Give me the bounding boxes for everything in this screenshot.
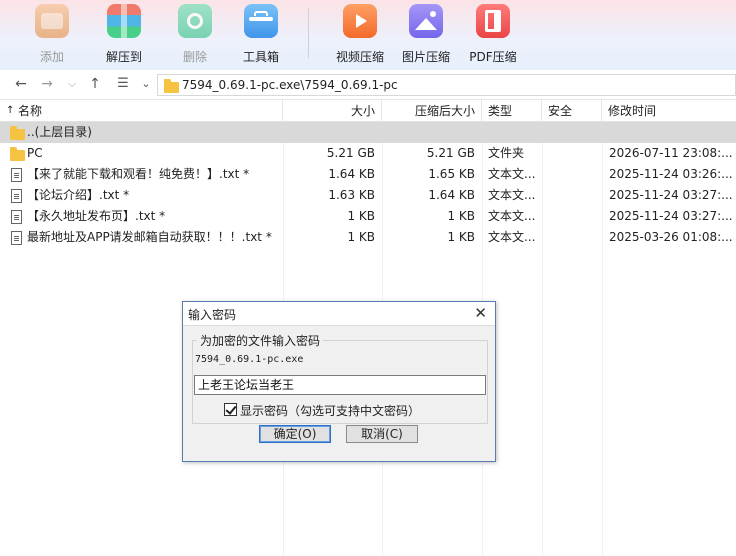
pdf-compress-button-label: PDF压缩 [469, 50, 517, 64]
file-packed-size: 1.64 KB [428, 188, 475, 202]
forward-arrow-icon[interactable]: → [38, 76, 56, 92]
table-row[interactable]: 最新地址及APP请发邮箱自动获取！！！.txt * 1 KB 1 KB 文本文.… [0, 227, 736, 248]
image-compress-icon [409, 4, 443, 38]
folder-icon [10, 147, 25, 161]
dialog-title: 输入密码 [188, 308, 237, 322]
table-row[interactable]: PC 5.21 GB 5.21 GB 文件夹 2026-07-11 23:08:… [0, 143, 736, 164]
address-path-box[interactable]: 7594_0.69.1-pc.exe\7594_0.69.1-pc [157, 74, 736, 96]
video-compress-button[interactable]: 视频压缩 [330, 0, 390, 70]
column-header-type[interactable]: 类型 [482, 100, 542, 122]
file-packed-size: 1 KB [447, 230, 475, 244]
file-type: 文本文... [488, 230, 536, 244]
column-header-security[interactable]: 安全 [542, 100, 602, 122]
toolbox-button-label: 工具箱 [242, 50, 279, 64]
toolbox-button[interactable]: 工具箱 [231, 0, 291, 70]
image-compress-button[interactable]: 图片压缩 [396, 0, 456, 70]
file-type: 文本文... [488, 188, 536, 202]
text-file-icon [11, 210, 22, 224]
parent-directory-label: ..(上层目录) [27, 125, 92, 139]
parent-directory-row[interactable]: ..(上层目录) [0, 122, 736, 143]
file-modified: 2025-11-24 03:26:... [609, 167, 733, 181]
text-file-icon [11, 168, 22, 182]
file-modified: 2025-11-24 03:27:... [609, 209, 733, 223]
close-icon[interactable]: ✕ [474, 304, 487, 322]
file-type: 文件夹 [488, 146, 525, 160]
extract-to-button[interactable]: 解压到 [94, 0, 154, 70]
file-name: PC [27, 146, 43, 160]
file-type: 文本文... [488, 167, 536, 181]
file-size: 5.21 GB [326, 146, 375, 160]
view-chevron-down-icon[interactable]: ⌄ [137, 76, 155, 92]
password-input[interactable]: 上老王论坛当老王 [194, 375, 486, 395]
file-size: 1.64 KB [328, 167, 375, 181]
toolbar: 添加 解压到 删除 工具箱 视频压缩 图片压缩 PDF压缩 [0, 0, 736, 70]
table-row[interactable]: 【论坛介绍】.txt * 1.63 KB 1.64 KB 文本文... 2025… [0, 185, 736, 206]
pdf-compress-icon [476, 4, 510, 38]
file-packed-size: 5.21 GB [426, 146, 475, 160]
text-file-icon [11, 189, 22, 203]
file-list-header: ↑ 名称 大小 压缩后大小 类型 安全 修改时间 [0, 100, 736, 122]
up-arrow-icon[interactable]: ↑ [86, 76, 104, 92]
back-arrow-icon[interactable]: ← [12, 76, 30, 92]
table-row[interactable]: 【永久地址发布页】.txt * 1 KB 1 KB 文本文... 2025-11… [0, 206, 736, 227]
image-compress-button-label: 图片压缩 [401, 50, 450, 64]
password-dialog: 输入密码 ✕ 为加密的文件输入密码 7594_0.69.1-pc.exe 上老王… [182, 301, 496, 462]
address-bar: ← → ⌵ ↑ ☰ ⌄ 7594_0.69.1-pc.exe\7594_0.69… [0, 70, 736, 100]
delete-recycle-icon [178, 4, 212, 38]
toolbar-separator [308, 8, 309, 58]
file-size: 1 KB [347, 230, 375, 244]
extract-to-icon [107, 4, 141, 38]
add-button-label: 添加 [39, 50, 64, 64]
file-name: 【论坛介绍】.txt * [27, 188, 130, 202]
sort-up-arrow-icon: ↑ [6, 105, 15, 116]
show-password-label[interactable]: 显示密码（勾选可支持中文密码） [240, 402, 420, 419]
folder-icon [10, 126, 25, 140]
file-packed-size: 1.65 KB [428, 167, 475, 181]
folder-icon [164, 79, 179, 93]
file-size: 1 KB [347, 209, 375, 223]
text-file-icon [11, 231, 22, 245]
dialog-title-bar: 输入密码 ✕ [183, 302, 495, 326]
file-type: 文本文... [488, 209, 536, 223]
column-header-packed-size[interactable]: 压缩后大小 [382, 100, 482, 122]
encrypted-file-name: 7594_0.69.1-pc.exe [195, 354, 304, 365]
delete-button[interactable]: 删除 [165, 0, 225, 70]
column-header-modified[interactable]: 修改时间 [602, 100, 736, 122]
column-header-size[interactable]: 大小 [283, 100, 382, 122]
extract-to-button-label: 解压到 [105, 50, 142, 64]
file-list: ..(上层目录) PC 5.21 GB 5.21 GB 文件夹 2026-07-… [0, 122, 736, 248]
file-modified: 2026-07-11 23:08:... [609, 146, 733, 160]
file-modified: 2025-11-24 03:27:... [609, 188, 733, 202]
table-row[interactable]: 【来了就能下载和观看！纯免费！】.txt * 1.64 KB 1.65 KB 文… [0, 164, 736, 185]
ok-button[interactable]: 确定(O) [259, 425, 331, 443]
password-group-label: 为加密的文件输入密码 [197, 332, 324, 349]
delete-button-label: 删除 [182, 50, 207, 64]
file-name: 【来了就能下载和观看！纯免费！】.txt * [27, 167, 250, 181]
cancel-button[interactable]: 取消(C) [346, 425, 418, 443]
view-list-icon[interactable]: ☰ [114, 76, 132, 92]
add-archive-icon [35, 4, 69, 38]
column-header-name[interactable]: ↑ 名称 [0, 100, 283, 122]
add-button[interactable]: 添加 [22, 0, 82, 70]
toolbox-icon [244, 4, 278, 38]
file-name: 最新地址及APP请发邮箱自动获取！！！.txt * [27, 230, 272, 244]
show-password-checkbox[interactable] [224, 403, 237, 416]
pdf-compress-button[interactable]: PDF压缩 [463, 0, 523, 70]
file-modified: 2025-03-26 01:08:... [609, 230, 733, 244]
file-name: 【永久地址发布页】.txt * [27, 209, 166, 223]
history-chevron-down-icon[interactable]: ⌵ [63, 76, 81, 92]
address-path-text: 7594_0.69.1-pc.exe\7594_0.69.1-pc [182, 78, 398, 92]
file-size: 1.63 KB [328, 188, 375, 202]
video-compress-icon [343, 4, 377, 38]
video-compress-button-label: 视频压缩 [335, 50, 384, 64]
file-packed-size: 1 KB [447, 209, 475, 223]
